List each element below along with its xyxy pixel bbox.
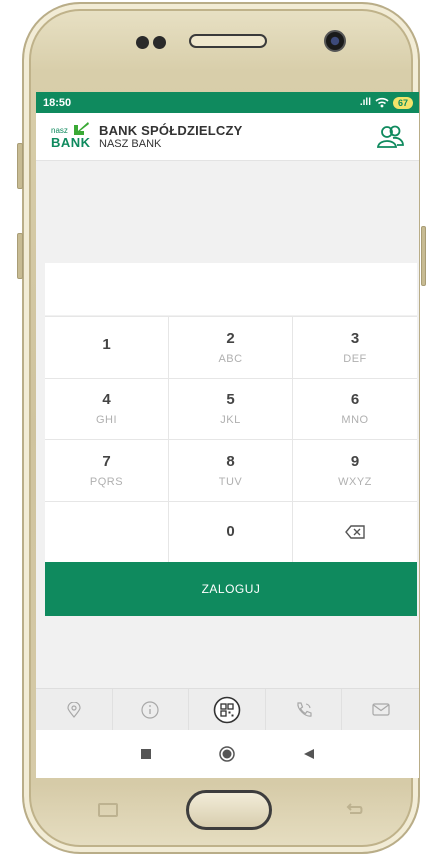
battery-indicator: 67 (392, 96, 413, 109)
app-header: nasz BANK BANK SPÓŁDZIELCZY NASZ BANK (36, 113, 419, 161)
backspace-icon (345, 525, 365, 539)
bank-subtitle: NASZ BANK (99, 137, 162, 150)
logo-bank-text: BANK (51, 134, 91, 150)
key-digit: 7 (102, 452, 111, 470)
signal-icon: .ıll (359, 97, 371, 108)
key-digit: 3 (350, 329, 360, 347)
key-digit: 5 (226, 391, 235, 409)
key-letters: DEF (343, 352, 367, 365)
brand: nasz BANK BANK SPÓŁDZIELCZY NASZ BANK (51, 121, 243, 151)
key-6[interactable]: 6 MNO (293, 377, 417, 440)
key-letters: PQRS (89, 475, 124, 488)
location-pin-icon (67, 701, 81, 718)
key-letters: MNO (341, 414, 369, 427)
key-digit: 8 (226, 452, 235, 470)
sensor-dots (136, 36, 170, 49)
numeric-keypad: 1 2 ABC 3 DEF 4 GHI 5 JKL 6 MNO 7 PQRS 8 (45, 316, 417, 562)
key-digit: 4 (102, 391, 111, 409)
key-digit: 6 (350, 391, 360, 409)
key-backspace[interactable] (293, 500, 417, 563)
key-letters: TUV (218, 475, 243, 488)
key-9[interactable]: 9 WXYZ (293, 439, 417, 501)
status-icons: .ıll 67 (359, 96, 413, 109)
bottom-navigation (36, 688, 419, 730)
pin-input[interactable] (45, 263, 417, 315)
back-triangle-icon[interactable] (303, 748, 315, 760)
key-8[interactable]: 8 TUV (169, 439, 293, 501)
android-nav-bar (36, 730, 419, 778)
power-button (421, 226, 426, 286)
key-2[interactable]: 2 ABC (169, 316, 293, 378)
hardware-home-button (186, 790, 272, 830)
bank-name: BANK SPÓŁDZIELCZY (99, 122, 243, 138)
bank-logo: nasz BANK (51, 121, 91, 151)
key-letters: ABC (218, 352, 243, 365)
bank-title-block: BANK SPÓŁDZIELCZY NASZ BANK (99, 124, 243, 150)
key-3[interactable]: 3 DEF (293, 316, 417, 378)
status-time: 18:50 (43, 96, 72, 109)
nav-item-info[interactable] (113, 689, 190, 730)
logo-nasz-text: nasz (51, 125, 68, 135)
nav-item-qr[interactable] (189, 689, 266, 730)
nav-item-messages[interactable] (342, 689, 419, 730)
key-letters: GHI (95, 414, 118, 427)
key-7[interactable]: 7 PQRS (45, 439, 169, 501)
mail-icon (372, 703, 390, 716)
qr-code-icon (213, 696, 241, 723)
nav-item-locations[interactable] (36, 689, 113, 730)
key-letters: JKL (220, 414, 241, 427)
key-digit: 1 (102, 335, 111, 353)
key-0[interactable]: 0 (169, 500, 293, 562)
info-icon (141, 700, 159, 719)
key-digit: 9 (350, 452, 360, 470)
key-digit: 0 (226, 523, 235, 541)
home-circle-icon[interactable] (219, 746, 236, 762)
key-5[interactable]: 5 JKL (169, 377, 293, 439)
phone-icon (296, 701, 312, 717)
wifi-icon (375, 97, 389, 108)
earpiece-speaker (189, 34, 267, 48)
logo-arrow-icon (74, 121, 89, 135)
nav-item-contact[interactable] (266, 689, 343, 730)
volume-up-button (17, 143, 23, 189)
recents-square-icon[interactable] (140, 748, 152, 760)
screen: 18:50 .ıll 67 nasz BANK BANK SPÓŁDZIELCZ… (36, 92, 419, 778)
front-camera (324, 30, 346, 52)
hardware-back-key-icon (346, 803, 363, 814)
status-bar: 18:50 .ıll 67 (36, 92, 419, 113)
key-empty (45, 500, 169, 562)
hardware-recents-key (98, 803, 118, 817)
volume-down-button (17, 233, 23, 279)
user-profiles-icon[interactable] (375, 124, 405, 150)
key-digit: 2 (226, 329, 235, 347)
key-1[interactable]: 1 (45, 316, 169, 378)
login-button[interactable]: ZALOGUJ (45, 562, 417, 616)
key-4[interactable]: 4 GHI (45, 377, 169, 439)
key-letters: WXYZ (338, 475, 372, 488)
